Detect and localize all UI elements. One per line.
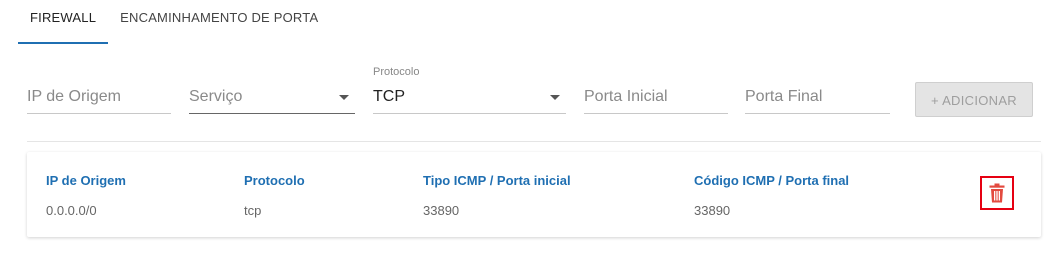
add-rule-button[interactable]: + ADICIONAR bbox=[915, 82, 1033, 117]
protocolo-underline bbox=[373, 113, 566, 114]
porta-final-field[interactable] bbox=[745, 66, 890, 114]
trash-icon[interactable] bbox=[989, 183, 1005, 203]
tab-encaminhamento-de-porta[interactable]: ENCAMINHAMENTO DE PORTA bbox=[108, 0, 330, 42]
chevron-down-icon[interactable] bbox=[339, 95, 349, 100]
ip-origem-underline bbox=[27, 113, 171, 114]
rule-value-ip-origem: 0.0.0.0/0 bbox=[46, 203, 97, 218]
porta-inicial-underline bbox=[584, 113, 728, 114]
rule-value-tipo-icmp: 33890 bbox=[423, 203, 460, 218]
rule-value-protocolo: tcp bbox=[244, 203, 262, 218]
rule-header-ip-origem: IP de Origem bbox=[46, 173, 126, 188]
rule-col-tipo-icmp: Tipo ICMP / Porta inicial 33890 bbox=[423, 173, 571, 218]
porta-final-input[interactable] bbox=[745, 80, 890, 114]
porta-inicial-field[interactable] bbox=[584, 66, 728, 114]
rule-col-ip-origem: IP de Origem 0.0.0.0/0 bbox=[46, 173, 126, 218]
chevron-down-icon[interactable] bbox=[550, 95, 560, 100]
protocolo-select[interactable]: Protocolo TCP bbox=[373, 66, 566, 114]
ip-origem-input[interactable] bbox=[27, 80, 171, 114]
tab-bar: FIREWALL ENCAMINHAMENTO DE PORTA bbox=[18, 0, 330, 44]
rule-col-protocolo: Protocolo tcp bbox=[244, 173, 305, 218]
rule-col-codigo-icmp: Código ICMP / Porta final 33890 bbox=[694, 173, 849, 218]
rule-value-codigo-icmp: 33890 bbox=[694, 203, 731, 218]
servico-placeholder: Serviço bbox=[189, 88, 243, 105]
porta-inicial-input[interactable] bbox=[584, 80, 728, 114]
servico-underline bbox=[189, 113, 355, 114]
rule-header-tipo-icmp: Tipo ICMP / Porta inicial bbox=[423, 173, 571, 188]
protocolo-value: TCP bbox=[373, 88, 405, 105]
servico-select[interactable]: Serviço bbox=[189, 66, 355, 114]
divider bbox=[27, 141, 1041, 142]
protocolo-label: Protocolo bbox=[373, 66, 420, 78]
rule-header-protocolo: Protocolo bbox=[244, 173, 305, 188]
firewall-rule-card: IP de Origem 0.0.0.0/0 Protocolo tcp Tip… bbox=[27, 152, 1041, 237]
porta-final-underline bbox=[745, 113, 890, 114]
delete-rule-button[interactable] bbox=[980, 176, 1014, 210]
tab-firewall[interactable]: FIREWALL bbox=[18, 0, 109, 44]
rule-header-codigo-icmp: Código ICMP / Porta final bbox=[694, 173, 850, 188]
ip-origem-field[interactable] bbox=[27, 66, 171, 114]
